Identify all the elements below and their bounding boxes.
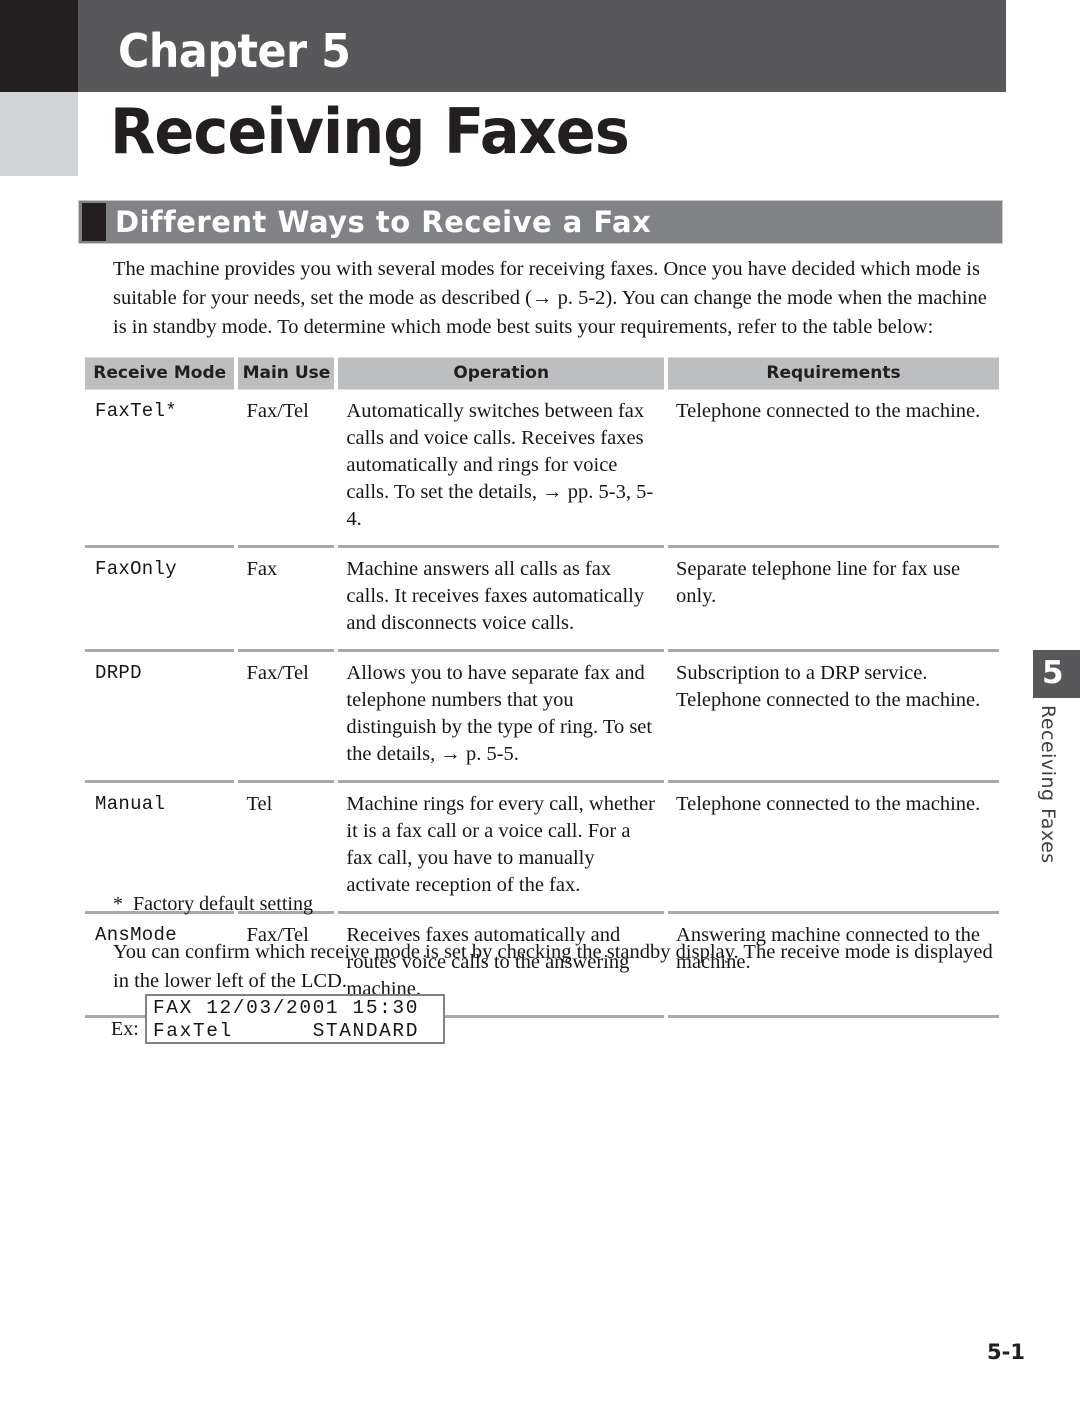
intro-paragraph: The machine provides you with several mo… [113, 258, 987, 338]
cell-operation: Machine rings for every call, whether it… [338, 783, 665, 914]
cell-requirements: Telephone connected to the machine. [668, 783, 999, 914]
page-number: 5-1 [987, 1340, 1025, 1364]
table-row: FaxOnly Fax Machine answers all calls as… [85, 548, 999, 652]
cell-receive-mode: DRPD [85, 652, 235, 783]
column-header-main-use: Main Use [238, 357, 335, 390]
lcd-display-example: FAX 12/03/2001 15:30 FaxTel STANDARD [145, 994, 445, 1044]
cell-main-use: Fax/Tel [238, 390, 335, 548]
column-header-operation: Operation [338, 357, 665, 390]
section-heading-marker [82, 203, 106, 241]
side-tab-chapter-marker: 5 [1033, 650, 1080, 698]
section-heading-title: Different Ways to Receive a Fax [115, 205, 652, 239]
footnote: * Factory default setting [113, 893, 313, 916]
cell-operation: Allows you to have separate fax and tele… [338, 652, 665, 783]
column-header-receive-mode: Receive Mode [85, 357, 235, 390]
footnote-marker: * [113, 893, 123, 915]
side-tab-label: Receiving Faxes [1037, 705, 1059, 864]
cell-operation: Machine answers all calls as fax calls. … [338, 548, 665, 652]
cell-requirements: Telephone connected to the machine. [668, 390, 999, 548]
cell-requirements: Subscription to a DRP service. Telephone… [668, 652, 999, 783]
table-row: DRPD Fax/Tel Allows you to have separate… [85, 652, 999, 783]
lcd-line-2: FaxTel STANDARD [153, 1020, 420, 1042]
column-header-requirements: Requirements [668, 357, 999, 390]
cell-main-use: Fax/Tel [238, 652, 335, 783]
cell-operation: Automatically switches between fax calls… [338, 390, 665, 548]
page-title: Receiving Faxes [110, 95, 630, 168]
side-tab-number: 5 [1042, 655, 1064, 691]
confirm-paragraph: You can confirm which receive mode is se… [113, 941, 993, 992]
cell-main-use: Fax [238, 548, 335, 652]
table-header-row: Receive Mode Main Use Operation Requirem… [85, 357, 999, 390]
chapter-accent-black-block [0, 0, 78, 92]
table-row: FaxTel* Fax/Tel Automatically switches b… [85, 390, 999, 548]
cell-receive-mode: FaxOnly [85, 548, 235, 652]
lcd-example-label: Ex: [111, 1018, 139, 1040]
receive-mode-table: Receive Mode Main Use Operation Requirem… [81, 357, 1003, 1018]
lcd-line-1: FAX 12/03/2001 15:30 [153, 997, 420, 1019]
chapter-label: Chapter 5 [118, 24, 351, 78]
footnote-text: Factory default setting [133, 893, 313, 915]
cell-receive-mode: FaxTel* [85, 390, 235, 548]
cell-requirements: Separate telephone line for fax use only… [668, 548, 999, 652]
chapter-accent-gray-block [0, 92, 78, 176]
